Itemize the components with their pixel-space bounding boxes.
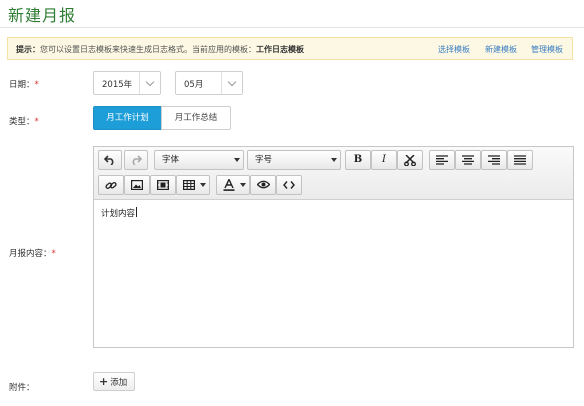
film-icon [157,180,169,190]
align-justify-icon [514,155,526,165]
redo-icon [132,155,142,165]
align-right-icon [488,155,500,165]
italic-button[interactable]: I [371,150,397,170]
required-mark: * [34,80,39,90]
caret-down-icon [200,183,206,187]
page-title: 新建月报 [8,6,77,25]
image-icon [131,180,143,190]
year-value: 2015年 [102,80,133,90]
required-mark: * [51,249,56,259]
month-select[interactable]: 05月 [175,71,243,95]
chevron-down-icon [227,77,237,87]
preview-button[interactable] [250,175,276,195]
year-select[interactable]: 2015年 [93,71,161,95]
link-button[interactable] [98,175,124,195]
add-attachment-button[interactable]: + 添加 [93,372,135,391]
eye-icon [256,180,270,189]
font-size-dropdown[interactable]: 字号 [247,150,341,170]
required-mark: * [34,117,39,127]
font-family-label: 字体 [162,155,180,165]
text-caret [136,207,138,217]
new-template-link[interactable]: 新建模板 [485,44,517,55]
tip-prefix: 提示： [16,45,40,54]
caret-down-icon [240,183,246,187]
tip-message: 您可以设置日志模板来快速生成日志格式。当前应用的模板： [40,45,256,54]
month-value: 05月 [184,80,204,90]
font-family-dropdown[interactable]: 字体 [154,150,244,170]
attach-label: 附件： [9,383,35,393]
source-code-button[interactable] [276,175,302,195]
align-center-button[interactable] [455,150,481,170]
select-template-link[interactable]: 选择模板 [438,44,470,55]
tip-text: 提示：您可以设置日志模板来快速生成日志格式。当前应用的模板：工作日志模板 [16,44,304,55]
chevron-down-icon [145,77,155,87]
manage-template-link[interactable]: 管理模板 [531,44,563,55]
editor-content-text: 计划内容 [101,209,136,219]
scissors-icon [404,155,416,166]
caret-down-icon [331,158,337,162]
caret-down-icon [234,158,240,162]
code-icon [283,181,295,189]
align-justify-button[interactable] [507,150,533,170]
plus-icon: + [99,375,109,388]
redo-button[interactable] [124,150,148,170]
font-color-icon [223,179,235,191]
title-divider [0,27,584,28]
align-right-button[interactable] [481,150,507,170]
align-left-icon [436,155,448,165]
template-tip-bar: 提示：您可以设置日志模板来快速生成日志格式。当前应用的模板：工作日志模板 选择模… [7,37,573,60]
link-icon [105,182,117,189]
insert-image-button[interactable] [124,175,150,195]
add-attachment-label: 添加 [110,378,128,388]
table-icon [183,180,195,190]
tab-monthly-plan[interactable]: 月工作计划 [93,106,162,130]
align-center-icon [462,155,474,165]
date-label: 日期：* [9,80,39,90]
tip-template-name: 工作日志模板 [256,45,304,54]
strikethrough-cut-button[interactable] [397,150,423,170]
editor-content-area[interactable]: 计划内容 [101,207,138,219]
year-dropdown-toggle[interactable] [139,72,160,94]
editor-toolbar: 字体 字号 B I [94,147,573,200]
undo-icon [104,155,114,165]
bold-button[interactable]: B [345,150,371,170]
font-size-label: 字号 [255,155,273,165]
rich-text-editor: 字体 字号 B I 计划内容 [93,146,574,348]
content-label: 月报内容：* [9,249,56,259]
undo-button[interactable] [98,150,122,170]
insert-video-button[interactable] [150,175,176,195]
font-color-button[interactable] [216,175,250,195]
tab-monthly-summary[interactable]: 月工作总结 [161,106,231,130]
type-label: 类型：* [9,117,39,127]
align-left-button[interactable] [429,150,455,170]
insert-table-button[interactable] [176,175,210,195]
month-dropdown-toggle[interactable] [221,72,242,94]
